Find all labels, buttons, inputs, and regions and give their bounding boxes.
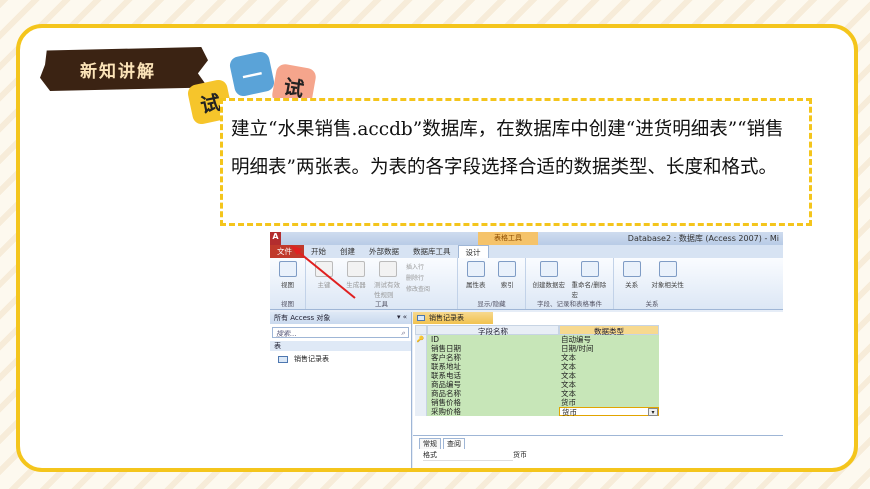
chevron-down-icon[interactable]: ▾ « [397,313,407,323]
section-tag: 新知讲解 [40,47,208,91]
nav-search-input[interactable]: 搜索... ⌕ [272,327,409,338]
relationships-icon [622,261,641,277]
key-icon [315,261,333,277]
field-name-cell[interactable]: 联系电话 [427,371,559,380]
tab-home[interactable]: 开始 [304,245,333,258]
contextual-tab-label: 表格工具 [478,232,538,245]
field-name-cell[interactable]: ID [427,335,559,344]
field-name-cell[interactable]: 销售日期 [427,344,559,353]
document-tab[interactable]: 销售记录表 [413,312,493,324]
title-bar: A 表格工具 Database2 : 数据库 (Access 2007) - M… [270,232,783,245]
data-type-cell[interactable]: 文本 [559,389,659,398]
data-type-cell[interactable]: 文本 [559,380,659,389]
modify-lookup-button[interactable]: 修改查阅 [406,284,430,293]
nav-group-tables[interactable]: 表 [270,341,411,351]
dependencies-icon [658,261,677,277]
data-type-cell[interactable]: 货币 ▾ [559,407,659,417]
instruction-box: 建立“水果销售.accdb”数据库，在数据库中创建“进货明细表”“销售明细表”两… [220,98,812,226]
data-type-cell[interactable]: 自动编号 [559,335,659,344]
tab-file[interactable]: 文件 [270,245,304,258]
badge-yi: 一 [228,50,276,98]
row-selector[interactable] [415,371,427,380]
row-selector[interactable] [415,344,427,353]
table-row[interactable]: 客户名称 文本 [415,353,661,362]
window-title: Database2 : 数据库 (Access 2007) - Mi [627,234,779,243]
property-row[interactable]: 格式 货币 [413,449,783,462]
table-design-view: 销售记录表 字段名称 数据类型 🔑 ID 自动编号 销售日期 日期/时间 客户名称 文本 联系… [413,312,783,468]
search-icon[interactable]: ⌕ [401,329,405,337]
indexes-icon [498,261,517,277]
view-group: 视图 视图 [270,258,306,309]
rules-icon [379,261,397,277]
table-row[interactable]: 联系电话 文本 [415,371,661,380]
tab-external-data[interactable]: 外部数据 [362,245,406,258]
property-sheet-icon [466,261,485,277]
key-icon[interactable]: 🔑 [415,335,427,344]
access-logo-icon: A [270,232,281,245]
field-name-cell[interactable]: 客户名称 [427,353,559,362]
data-type-cell[interactable]: 文本 [559,362,659,371]
events-group: 创建数据宏 重命名/删除宏 字段、记录和表格事件 [526,258,614,309]
grid-header: 字段名称 数据类型 [415,325,661,336]
column-field-name: 字段名称 [427,325,559,336]
data-type-cell[interactable]: 文本 [559,371,659,380]
tab-design[interactable]: 设计 [457,245,489,258]
field-properties: 常规 查阅 格式 货币 [413,435,783,468]
table-row[interactable]: 采购价格 货币 ▾ [415,407,661,417]
table-row[interactable]: 商品编号 文本 [415,380,661,389]
tab-create[interactable]: 创建 [333,245,362,258]
data-macro-icon [539,261,558,277]
row-selector[interactable] [415,389,427,398]
view-icon [278,261,297,277]
tab-general[interactable]: 常规 [419,438,441,449]
table-row[interactable]: 联系地址 文本 [415,362,661,371]
field-name-cell[interactable]: 商品编号 [427,380,559,389]
field-name-cell[interactable]: 联系地址 [427,362,559,371]
field-name-cell[interactable]: 商品名称 [427,389,559,398]
data-type-cell[interactable]: 货币 [559,398,659,407]
property-tabs: 常规 查阅 [413,436,783,449]
field-name-cell[interactable]: 采购价格 [427,407,559,416]
field-grid: 字段名称 数据类型 🔑 ID 自动编号 销售日期 日期/时间 客户名称 文本 联系地址 文本 联系… [415,325,661,417]
row-selector[interactable] [415,407,427,416]
nav-header[interactable]: 所有 Access 对象 ▾ « [270,312,411,324]
insert-row-button[interactable]: 插入行 [406,262,430,271]
relationships-group: 关系 对象相关性 关系 [614,258,690,309]
tab-lookup[interactable]: 查阅 [443,438,465,449]
show-hide-group: 属性表 索引 显示/隐藏 [458,258,526,309]
navigation-pane: 所有 Access 对象 ▾ « 搜索... ⌕ 表 销售记录表 [270,312,412,468]
table-icon [278,355,288,363]
builder-icon [347,261,365,277]
nav-item-table[interactable]: 销售记录表 [270,351,411,364]
data-type-cell[interactable]: 文本 [559,353,659,362]
instruction-text: 建立“水果销售.accdb”数据库，在数据库中创建“进货明细表”“销售明细表”两… [231,119,784,178]
field-name-cell[interactable]: 销售价格 [427,398,559,407]
row-selector[interactable] [415,380,427,389]
row-selector[interactable] [415,398,427,407]
row-selector[interactable] [415,362,427,371]
table-row[interactable]: 销售价格 货币 [415,398,661,407]
table-row[interactable]: 销售日期 日期/时间 [415,344,661,353]
data-type-cell[interactable]: 日期/时间 [559,344,659,353]
column-data-type: 数据类型 [559,325,659,336]
table-icon [417,315,425,321]
ribbon-tabs: 文件 开始 创建 外部数据 数据库工具 设计 [270,245,783,258]
tools-group: 主键 生成器 测试有效性规则 插入行 删除行 修改查阅 工具 [306,258,458,309]
rename-macro-icon [581,261,600,277]
chevron-down-icon[interactable]: ▾ [648,408,658,416]
ribbon: 视图 视图 主键 生成器 测试有效性规则 插入行 删除行 修改查阅 工具 属性表… [270,258,783,310]
table-row[interactable]: 商品名称 文本 [415,389,661,398]
access-screenshot: A 表格工具 Database2 : 数据库 (Access 2007) - M… [270,232,783,468]
row-selector[interactable] [415,353,427,362]
table-row[interactable]: 🔑 ID 自动编号 [415,335,661,344]
tab-database-tools[interactable]: 数据库工具 [406,245,458,258]
delete-row-button[interactable]: 删除行 [406,273,430,282]
